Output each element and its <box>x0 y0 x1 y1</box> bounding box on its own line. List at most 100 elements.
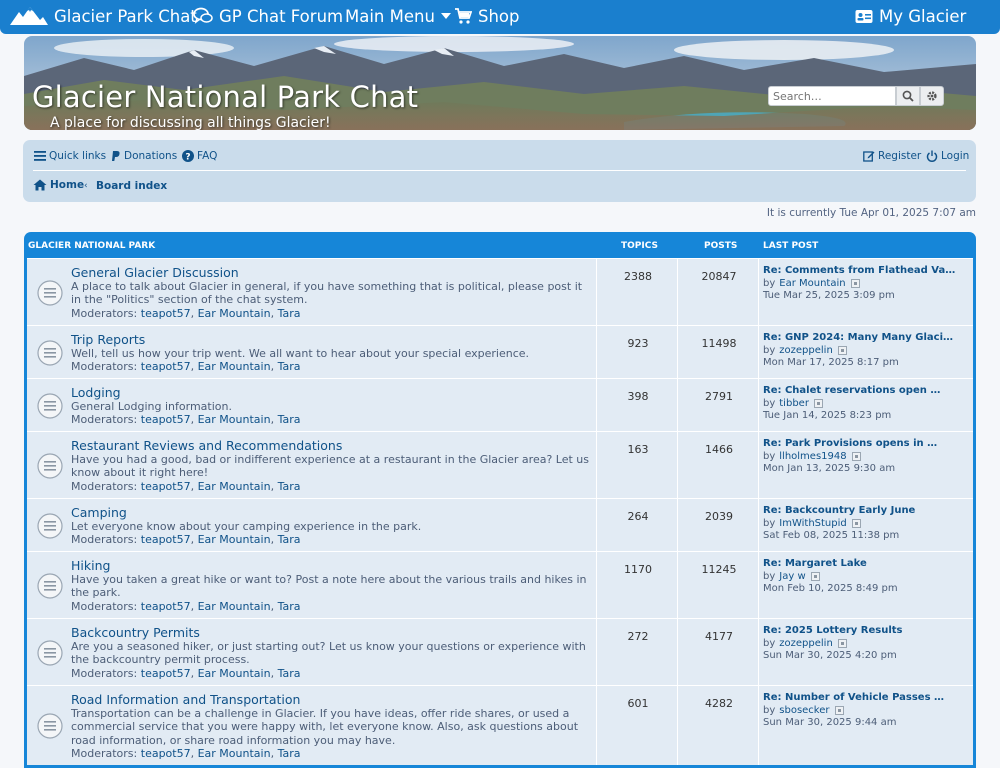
column-divider <box>596 432 597 498</box>
posts-column-header: POSTS <box>704 241 738 251</box>
view-latest-post-icon[interactable] <box>850 279 860 288</box>
last-post-link[interactable]: Re: GNP 2024: Many Many Glaci… <box>763 332 953 343</box>
forum-name-link[interactable]: Lodging <box>71 385 121 400</box>
moderator-link[interactable]: teapot57 <box>141 533 191 546</box>
forum-name-link[interactable]: General Glacier Discussion <box>71 265 239 280</box>
last-post-link[interactable]: Re: Chalet reservations open … <box>763 385 940 396</box>
posts-count: 2039 <box>705 510 733 523</box>
forum-name-link[interactable]: Road Information and Transportation <box>71 692 300 707</box>
section-title[interactable]: GLACIER NATIONAL PARK <box>28 241 155 251</box>
navbar: Quick links Donations ? FAQ Register Log… <box>23 140 976 202</box>
faq-link[interactable]: ? FAQ <box>182 150 217 162</box>
moderator-link[interactable]: Ear Mountain <box>198 480 271 493</box>
moderator-link[interactable]: Tara <box>278 307 301 320</box>
last-post-link[interactable]: Re: Comments from Flathead Va… <box>763 265 955 276</box>
moderator-link[interactable]: teapot57 <box>141 307 191 320</box>
topics-count: 264 <box>627 510 649 523</box>
moderator-link[interactable]: Tara <box>278 533 301 546</box>
svg-text:?: ? <box>185 152 190 162</box>
moderators-label: Moderators: <box>71 413 138 426</box>
moderator-link[interactable]: Ear Mountain <box>198 747 271 760</box>
forum-moderators: Moderators: teapot57, Ear Mountain, Tara <box>71 600 301 613</box>
moderator-link[interactable]: Tara <box>278 413 301 426</box>
by-label: by <box>763 451 776 462</box>
forum-name-link[interactable]: Restaurant Reviews and Recommendations <box>71 438 342 453</box>
view-latest-post-icon[interactable] <box>813 399 823 408</box>
last-post-user-link[interactable]: llholmes1948 <box>779 451 846 462</box>
breadcrumb-board-index[interactable]: Board index <box>96 180 167 192</box>
last-post-user-link[interactable]: Ear Mountain <box>779 278 845 289</box>
moderator-link[interactable]: Ear Mountain <box>198 667 271 680</box>
view-latest-post-icon[interactable] <box>851 519 861 528</box>
login-link[interactable]: Login <box>926 150 969 162</box>
moderator-link[interactable]: Tara <box>278 480 301 493</box>
moderator-link[interactable]: Ear Mountain <box>198 600 271 613</box>
moderator-link[interactable]: Ear Mountain <box>198 360 271 373</box>
moderator-link[interactable]: teapot57 <box>141 413 191 426</box>
view-latest-post-icon[interactable] <box>851 452 861 461</box>
main-menu-dropdown[interactable]: Main Menu <box>345 0 458 32</box>
last-post-user-link[interactable]: zozeppelin <box>779 345 833 356</box>
shop-link[interactable]: Shop <box>454 0 520 32</box>
forum-moderators: Moderators: teapot57, Ear Mountain, Tara <box>71 533 301 546</box>
column-divider <box>677 619 678 685</box>
view-latest-post-icon[interactable] <box>810 572 820 581</box>
last-post-link[interactable]: Re: Margaret Lake <box>763 558 867 569</box>
donations-link[interactable]: Donations <box>111 150 177 162</box>
forum-name-link[interactable]: Backcountry Permits <box>71 625 200 640</box>
forum-name-link[interactable]: Hiking <box>71 558 110 573</box>
last-post-link[interactable]: Re: Number of Vehicle Passes … <box>763 692 944 703</box>
forum-row: Road Information and Transportation Trans… <box>27 685 973 765</box>
last-post-author: by tibber <box>763 398 823 409</box>
column-divider <box>677 432 678 498</box>
paypal-icon <box>112 151 120 161</box>
topics-count: 923 <box>627 337 649 350</box>
by-label: by <box>763 345 776 356</box>
forum-name-link[interactable]: Trip Reports <box>71 332 145 347</box>
forum-description: Have you had a good, bad or indifferent … <box>71 453 589 480</box>
last-post-link[interactable]: Re: Park Provisions opens in … <box>763 438 937 449</box>
advanced-search-button[interactable] <box>920 86 944 106</box>
site-home-link[interactable]: Glacier Park Chat <box>10 0 197 32</box>
last-post-link[interactable]: Re: 2025 Lottery Results <box>763 625 903 636</box>
forum-read-icon <box>37 393 63 419</box>
moderator-link[interactable]: Tara <box>278 747 301 760</box>
last-post-user-link[interactable]: Jay w <box>779 571 805 582</box>
view-latest-post-icon[interactable] <box>834 706 844 715</box>
column-divider <box>596 686 597 765</box>
last-post-user-link[interactable]: sbosecker <box>779 705 829 716</box>
moderator-link[interactable]: teapot57 <box>141 600 191 613</box>
topics-count: 601 <box>627 697 649 710</box>
last-post-author: by sbosecker <box>763 705 844 716</box>
quick-links-menu[interactable]: Quick links <box>34 150 106 162</box>
id-card-icon <box>855 9 873 23</box>
moderator-link[interactable]: Ear Mountain <box>198 413 271 426</box>
forum-link[interactable]: GP Chat Forum <box>193 0 343 32</box>
column-divider <box>758 326 759 378</box>
my-glacier-link[interactable]: My Glacier <box>855 0 966 32</box>
moderators-label: Moderators: <box>71 360 138 373</box>
search-input[interactable] <box>768 86 896 106</box>
view-latest-post-icon[interactable] <box>837 639 847 648</box>
moderator-link[interactable]: Tara <box>278 667 301 680</box>
last-post-user-link[interactable]: ImWithStupid <box>779 518 846 529</box>
breadcrumb-home[interactable]: Home <box>33 179 84 191</box>
moderator-link[interactable]: teapot57 <box>141 667 191 680</box>
last-post-link[interactable]: Re: Backcountry Early June <box>763 505 915 516</box>
moderator-link[interactable]: Ear Mountain <box>198 307 271 320</box>
moderator-link[interactable]: teapot57 <box>141 360 191 373</box>
moderator-link[interactable]: Tara <box>278 600 301 613</box>
moderator-link[interactable]: Ear Mountain <box>198 533 271 546</box>
moderator-link[interactable]: teapot57 <box>141 480 191 493</box>
last-post-user-link[interactable]: tibber <box>779 398 809 409</box>
view-latest-post-icon[interactable] <box>837 346 847 355</box>
top-navigation: Glacier Park Chat GP Chat Forum Main Men… <box>0 0 1000 34</box>
moderator-link[interactable]: Tara <box>278 360 301 373</box>
moderator-link[interactable]: teapot57 <box>141 747 191 760</box>
search-button[interactable] <box>896 86 920 106</box>
banner-subtitle: A place for discussing all things Glacie… <box>50 115 331 130</box>
breadcrumb-separator-icon: ‹ <box>84 181 88 191</box>
register-link[interactable]: Register <box>863 150 921 162</box>
last-post-user-link[interactable]: zozeppelin <box>779 638 833 649</box>
forum-name-link[interactable]: Camping <box>71 505 127 520</box>
